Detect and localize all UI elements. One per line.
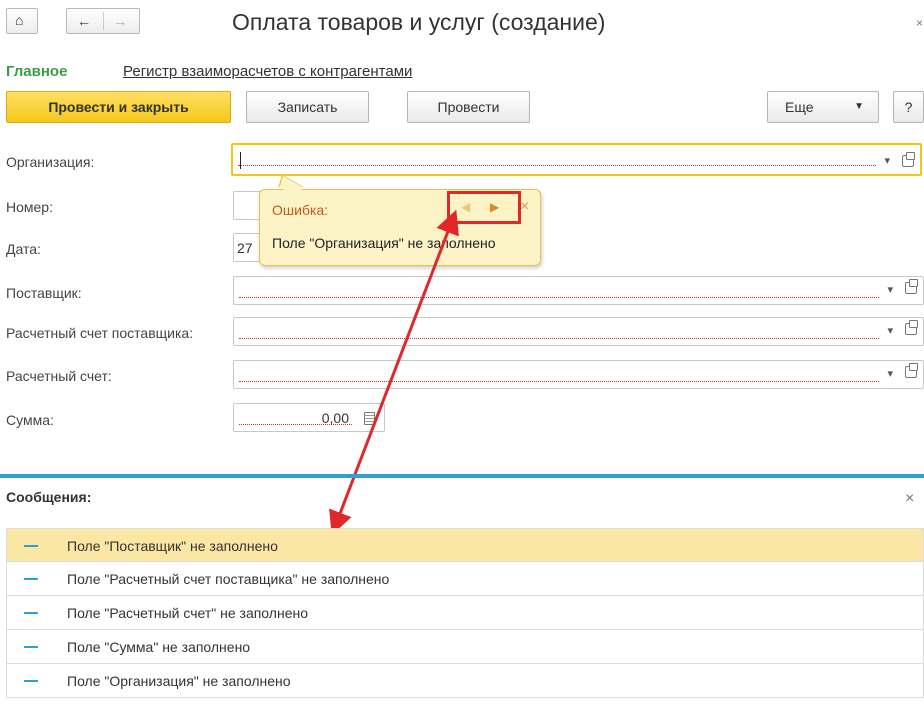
message-text: Поле "Расчетный счет поставщика" не запо… bbox=[67, 571, 390, 587]
dash-icon bbox=[24, 646, 38, 648]
dash-icon bbox=[24, 578, 38, 580]
dash-icon bbox=[24, 545, 38, 547]
dash-icon bbox=[24, 680, 38, 682]
message-row[interactable]: Поле "Сумма" не заполнено bbox=[6, 630, 924, 664]
message-text: Поле "Поставщик" не заполнено bbox=[67, 538, 278, 554]
dash-icon bbox=[24, 612, 38, 614]
message-row[interactable]: Поле "Расчетный счет" не заполнено bbox=[6, 596, 924, 630]
message-row[interactable]: Поле "Поставщик" не заполнено bbox=[6, 528, 924, 562]
message-row[interactable]: Поле "Расчетный счет поставщика" не запо… bbox=[6, 562, 924, 596]
message-text: Поле "Расчетный счет" не заполнено bbox=[67, 605, 308, 621]
messages-divider bbox=[0, 474, 924, 478]
message-text: Поле "Сумма" не заполнено bbox=[67, 639, 251, 655]
messages-title: Сообщения: bbox=[6, 489, 92, 505]
message-row[interactable]: Поле "Организация" не заполнено bbox=[6, 664, 924, 698]
messages-close-icon[interactable]: × bbox=[905, 490, 914, 508]
message-text: Поле "Организация" не заполнено bbox=[67, 673, 291, 689]
